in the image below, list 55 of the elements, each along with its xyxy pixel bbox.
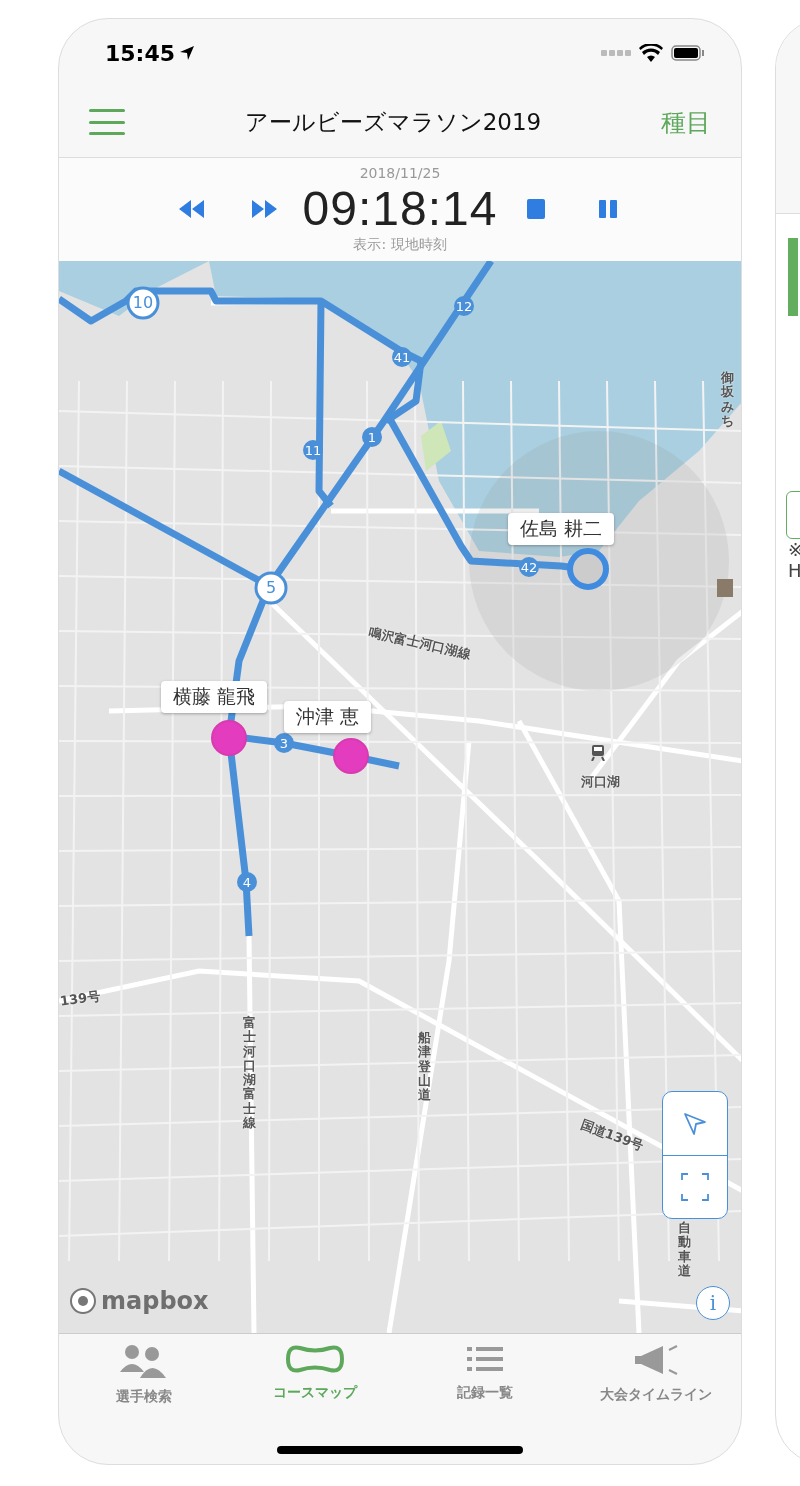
distance-marker: 41: [392, 347, 412, 367]
menu-button[interactable]: [89, 109, 125, 135]
runner-name-label: 佐島 耕二: [508, 513, 615, 545]
road-label: 自動車道: [678, 1221, 691, 1279]
runner-name-label: 沖津 恵: [284, 701, 372, 733]
rewind-icon: [179, 199, 205, 218]
navigation-arrow-icon: [682, 1110, 708, 1137]
race-date: 2018/11/25: [359, 165, 441, 181]
distance-marker: 11: [303, 440, 323, 460]
fullscreen-icon: [680, 1172, 710, 1202]
tab-button[interactable]: 大会タイムライン: [570, 1344, 741, 1438]
road-label: 鳴沢富士河口湖線: [366, 623, 473, 664]
distance-marker: 12: [454, 296, 474, 316]
map-attribution[interactable]: mapbox: [69, 1287, 209, 1315]
distance-marker: 42: [519, 557, 539, 577]
road-label: 船津登山道: [418, 1031, 431, 1103]
distance-marker: 3: [274, 733, 294, 753]
app-title: アールビーズマラソン2019: [244, 107, 542, 137]
photo-placeholder: [717, 579, 733, 597]
tab-button[interactable]: 記録一覧: [400, 1344, 571, 1438]
tab-button[interactable]: 選手検索: [59, 1344, 230, 1438]
signal-icon: [601, 50, 631, 56]
stop-icon: [527, 198, 545, 219]
partial-text: H: [788, 560, 800, 581]
station-label: 河口湖: [581, 773, 620, 791]
distance-marker: 4: [237, 872, 257, 892]
info-button[interactable]: i: [696, 1286, 730, 1320]
location-arrow-icon: [179, 45, 196, 61]
runner-ring[interactable]: [567, 548, 609, 590]
playback-time: 09:18:14: [301, 181, 499, 236]
wifi-icon: [639, 44, 663, 62]
tab-button[interactable]: コースマップ: [229, 1344, 400, 1438]
time-display-note: 表示: 現地時刻: [353, 236, 447, 254]
loop-icon: [284, 1344, 345, 1374]
road-label: 御坂みち: [721, 371, 734, 429]
fast-forward-icon: [251, 199, 277, 218]
runner-dot[interactable]: [211, 720, 247, 756]
distance-marker: 10: [126, 286, 160, 320]
road-label: 富士河口湖富士線: [243, 1016, 256, 1131]
status-time: 15:45: [105, 40, 176, 66]
distance-marker: 5: [254, 571, 288, 605]
list-icon: [467, 1344, 504, 1374]
runner-dot[interactable]: [333, 738, 369, 774]
park-area: [421, 421, 451, 471]
megaphone-icon: [632, 1344, 679, 1376]
category-button[interactable]: 種目: [661, 105, 711, 139]
distance-marker: 1: [362, 427, 382, 447]
road-label: 139号: [59, 987, 102, 1011]
pause-icon: [599, 199, 617, 218]
course-map[interactable]: 10 12 41 11 1 5 42 3 4 佐島 耕二 横藤 龍飛 沖津 恵 鳴沢富士河口湖線 河口湖 139号 富士河口湖富士線 船津登山道 国道139号 自動車道 御坂みち mapbox i: [59, 261, 741, 1333]
logo-icon: [69, 1287, 97, 1315]
battery-icon: [671, 45, 705, 61]
train-icon: [591, 745, 605, 761]
road-label: 国道139号: [577, 1116, 647, 1156]
runner-name-label: 横藤 龍飛: [161, 681, 268, 713]
